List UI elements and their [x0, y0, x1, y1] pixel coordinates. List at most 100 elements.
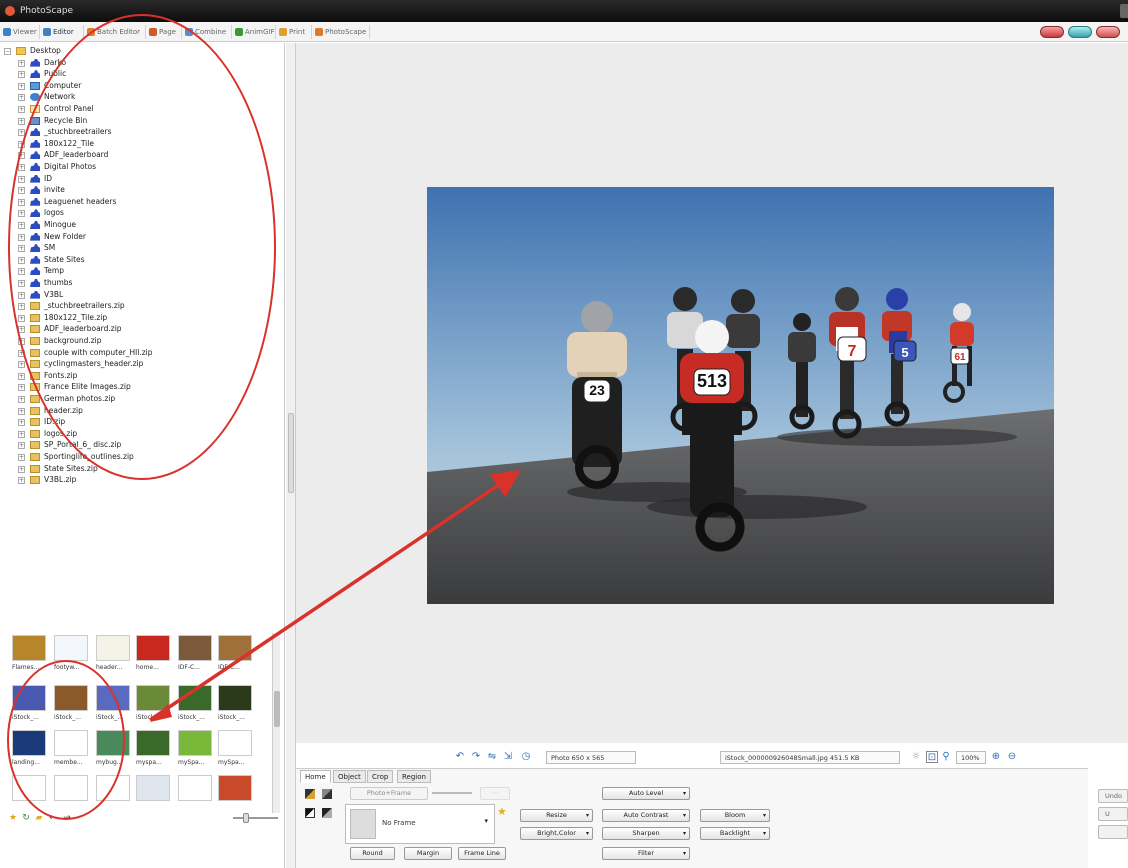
tab-batch-editor[interactable]: Batch Editor — [86, 25, 146, 39]
thumbnail-image[interactable] — [178, 635, 212, 661]
dropdown-arrow-icon[interactable]: ▾ — [683, 848, 686, 859]
frame-options-button[interactable]: ⋯ — [480, 787, 510, 800]
frame-style-3-icon[interactable] — [305, 808, 315, 818]
thumbnail-image[interactable] — [218, 685, 252, 711]
thumbnail-image[interactable] — [178, 685, 212, 711]
thumbnail-image[interactable] — [96, 730, 130, 756]
tab-combine[interactable]: Combine — [184, 25, 232, 39]
expand-toggle-icon[interactable]: + — [18, 117, 25, 125]
thumbnail-scrollbar[interactable] — [272, 633, 280, 813]
dropdown-arrow-icon[interactable]: ▾ — [763, 810, 766, 821]
zoom-level[interactable]: 100% — [956, 751, 986, 764]
sharpen-button[interactable]: Sharpen ▾ — [602, 827, 690, 840]
zoom-fit-icon[interactable]: ⊡ — [926, 751, 938, 763]
frame-style-icon[interactable] — [305, 789, 315, 799]
thumbnail-image[interactable] — [54, 685, 88, 711]
expand-toggle-icon[interactable]: + — [18, 59, 25, 67]
expand-toggle-icon[interactable]: + — [18, 430, 25, 438]
thumbnail-image[interactable] — [178, 730, 212, 756]
filter-button[interactable]: Filter ▾ — [602, 847, 690, 860]
expand-toggle-icon[interactable]: + — [18, 164, 25, 171]
expand-toggle-icon[interactable]: + — [18, 222, 25, 229]
thumbnail-image[interactable] — [12, 685, 46, 711]
expand-toggle-icon[interactable]: + — [18, 326, 25, 334]
dropdown-arrow-icon[interactable]: ▾ — [586, 810, 589, 821]
expand-toggle-icon[interactable]: + — [18, 407, 25, 415]
round-button[interactable]: Round — [350, 847, 395, 860]
thumbnail-image[interactable] — [136, 730, 170, 756]
expand-toggle-icon[interactable]: + — [18, 268, 25, 276]
thumbnail-image[interactable] — [54, 730, 88, 756]
auto-level-button[interactable]: Auto Level ▾ — [602, 787, 690, 800]
expand-toggle-icon[interactable]: + — [18, 384, 25, 392]
thumbnail-image[interactable] — [136, 635, 170, 661]
expand-toggle-icon[interactable]: + — [18, 454, 25, 461]
expand-toggle-icon[interactable]: + — [18, 303, 25, 311]
expand-toggle-icon[interactable]: + — [18, 140, 25, 148]
zoom-out-icon[interactable]: ⊖ — [1006, 751, 1018, 763]
thumbnail-image[interactable] — [54, 635, 88, 661]
expand-toggle-icon[interactable]: + — [18, 361, 25, 369]
back-arrow-icon[interactable]: ← — [48, 813, 58, 823]
thumbnail-image[interactable] — [96, 775, 130, 801]
thumbnail-image[interactable] — [218, 775, 252, 801]
tab-photoscape[interactable]: PhotoScape — [314, 25, 370, 39]
thumbnail-image[interactable] — [12, 635, 46, 661]
expand-toggle-icon[interactable]: + — [18, 419, 25, 427]
refresh-icon[interactable]: ↻ — [21, 813, 31, 823]
rotate-right-icon[interactable]: ↷ — [470, 751, 482, 763]
folder-icon[interactable]: ▰ — [34, 813, 44, 823]
expand-toggle-icon[interactable]: + — [18, 175, 25, 183]
expand-toggle-icon[interactable]: + — [18, 442, 25, 450]
thumbnail-image[interactable] — [12, 730, 46, 756]
expand-toggle-icon[interactable]: + — [18, 477, 25, 485]
expand-toggle-icon[interactable]: + — [18, 233, 25, 241]
thumbnail-image[interactable] — [218, 730, 252, 756]
fit-icon[interactable]: ☼ — [910, 751, 922, 763]
dropdown-arrow-icon[interactable]: ▾ — [586, 828, 589, 839]
frame-selector[interactable]: No Frame ▾ — [345, 804, 495, 844]
frame-style-2-icon[interactable] — [322, 789, 332, 799]
expand-toggle-icon[interactable]: + — [18, 129, 25, 137]
window-button[interactable] — [1120, 4, 1128, 18]
redo-button[interactable] — [1098, 825, 1128, 839]
photo-frame-button[interactable]: Photo+Frame — [350, 787, 428, 800]
expand-toggle-icon[interactable]: + — [18, 106, 25, 113]
expand-toggle-icon[interactable]: + — [18, 465, 25, 473]
expand-toggle-icon[interactable]: + — [18, 82, 25, 90]
expand-toggle-icon[interactable]: + — [18, 372, 25, 380]
expand-toggle-icon[interactable]: − — [4, 48, 11, 55]
tab-print[interactable]: Print — [278, 25, 312, 39]
expand-toggle-icon[interactable]: + — [18, 198, 25, 206]
expand-toggle-icon[interactable]: + — [18, 314, 25, 322]
forward-arrow-icon[interactable]: → — [62, 813, 72, 823]
thumbnail-image[interactable] — [136, 685, 170, 711]
resize-button[interactable]: Resize ▾ — [520, 809, 593, 822]
tab-page[interactable]: Page — [148, 25, 182, 39]
bloom-button[interactable]: Bloom ▾ — [700, 809, 770, 822]
expand-toggle-icon[interactable]: + — [18, 338, 25, 345]
thumbnail-image[interactable] — [178, 775, 212, 801]
expand-toggle-icon[interactable]: + — [18, 245, 25, 253]
editor-tab-object[interactable]: Object — [333, 770, 366, 783]
tab-editor[interactable]: Editor — [42, 25, 84, 39]
frame-slider[interactable] — [432, 792, 472, 794]
resize-icon[interactable]: ⇲ — [502, 751, 514, 763]
bright-color-button[interactable]: Bright,Color ▾ — [520, 827, 593, 840]
photo-display[interactable]: 23 513 7 5 61 — [427, 187, 1054, 604]
star-icon[interactable]: ★ — [8, 813, 18, 823]
slider-knob[interactable] — [243, 813, 249, 823]
dropdown-arrow-icon[interactable]: ▾ — [683, 810, 686, 821]
undo-button[interactable]: Undo — [1098, 789, 1128, 803]
expand-toggle-icon[interactable]: + — [18, 396, 25, 403]
panel-splitter[interactable] — [286, 43, 296, 868]
dropdown-arrow-icon[interactable]: ▾ — [763, 828, 766, 839]
zoom-in-icon[interactable]: ⊕ — [990, 751, 1002, 763]
zoom-icon[interactable]: ⚲ — [940, 751, 952, 763]
frame-line-button[interactable]: Frame Line — [458, 847, 506, 860]
thumbnail-image[interactable] — [218, 635, 252, 661]
favorite-star-icon[interactable]: ★ — [497, 805, 507, 818]
flip-icon[interactable]: ⇋ — [486, 751, 498, 763]
thumbnail-image[interactable] — [96, 635, 130, 661]
expand-toggle-icon[interactable]: + — [18, 210, 25, 218]
